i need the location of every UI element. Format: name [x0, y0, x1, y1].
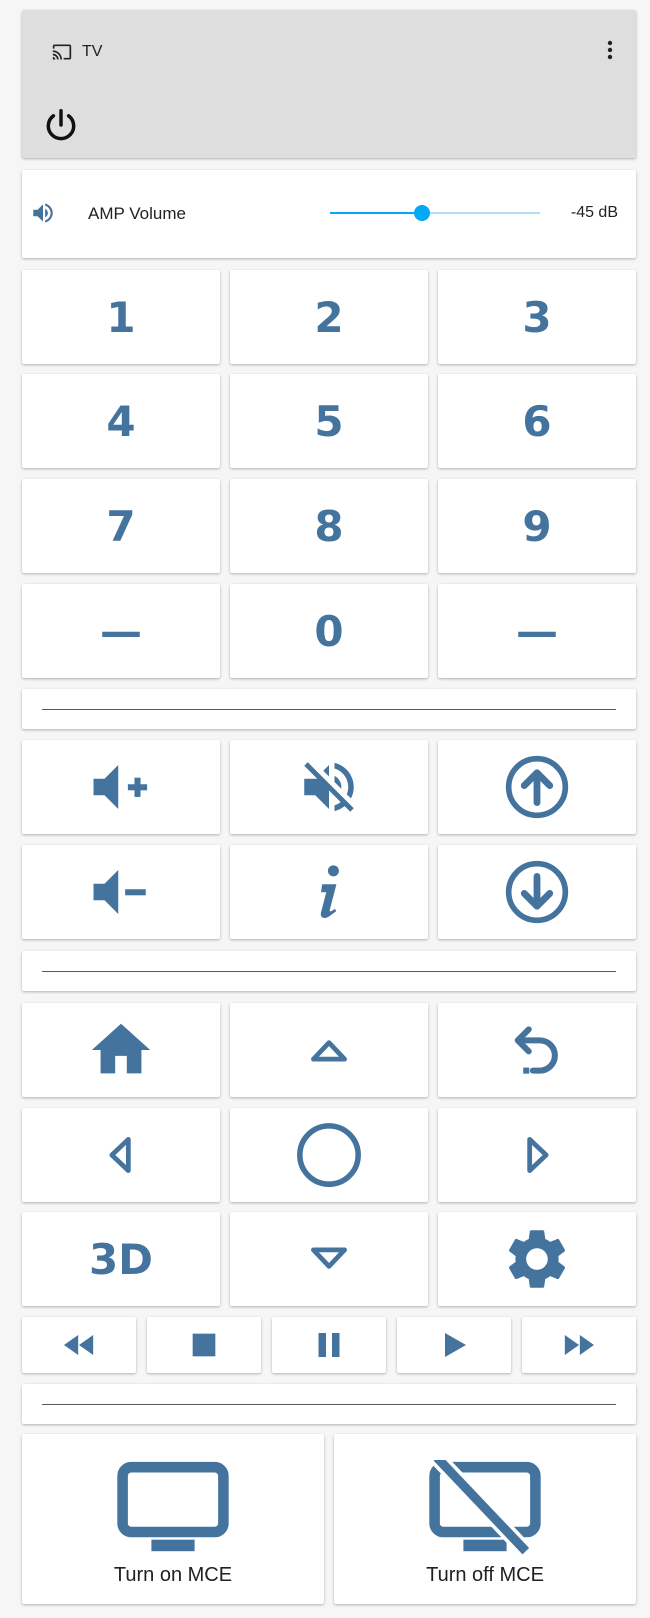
key-label: 8 — [314, 501, 344, 551]
key-label: 1 — [106, 292, 136, 342]
key-4-button[interactable]: 4 — [22, 374, 220, 468]
volume-up-button[interactable] — [22, 740, 220, 834]
key-0-button[interactable]: 0 — [230, 584, 428, 678]
home-icon — [91, 1023, 151, 1074]
play-button[interactable] — [397, 1317, 511, 1373]
3d-icon: 3D — [88, 1234, 154, 1284]
volume-value: -45 dB — [570, 204, 618, 221]
key-label: 5 — [314, 396, 344, 446]
divider-card — [22, 1384, 636, 1424]
pause-icon — [318, 1333, 340, 1357]
key-1-button[interactable]: 1 — [22, 270, 220, 364]
up-button[interactable] — [230, 1003, 428, 1097]
info-icon — [320, 865, 339, 919]
tv-off-icon — [429, 1460, 541, 1556]
back-icon — [514, 1026, 558, 1074]
media-player-card: TV — [22, 10, 636, 158]
key-label: 3 — [522, 292, 552, 342]
volume-label: AMP Volume — [88, 204, 186, 223]
divider-card — [22, 951, 636, 991]
fast-forward-button[interactable] — [522, 1317, 636, 1373]
key-label: — — [100, 606, 142, 656]
divider-line — [42, 709, 616, 710]
divider-line — [42, 1404, 616, 1405]
more-vertical-icon[interactable] — [598, 38, 622, 62]
channel-down-button[interactable] — [438, 845, 636, 939]
down-button[interactable] — [230, 1212, 428, 1306]
key-label: 6 — [522, 396, 552, 446]
mute-button[interactable] — [230, 740, 428, 834]
key-9-button[interactable]: 9 — [438, 479, 636, 573]
key-label: 7 — [106, 501, 136, 551]
divider-card — [22, 689, 636, 729]
down-icon — [311, 1247, 347, 1269]
key-dash-right-button[interactable]: — — [438, 584, 636, 678]
turn-on-mce-button[interactable]: Turn on MCE — [22, 1434, 324, 1604]
ok-icon — [297, 1123, 361, 1187]
key-label: 4 — [106, 396, 136, 446]
cast-icon — [52, 44, 72, 60]
volume-minus-icon — [93, 870, 146, 914]
key-7-button[interactable]: 7 — [22, 479, 220, 573]
up-icon — [311, 1040, 347, 1062]
channel-down-icon — [505, 860, 569, 924]
key-5-button[interactable]: 5 — [230, 374, 428, 468]
key-dash-left-button[interactable]: — — [22, 584, 220, 678]
back-button[interactable] — [438, 1003, 636, 1097]
turn-on-mce-label: Turn on MCE — [113, 1564, 233, 1586]
channel-up-icon — [505, 755, 569, 819]
home-button[interactable] — [22, 1003, 220, 1097]
volume-mute-icon — [304, 762, 354, 812]
divider-line — [42, 971, 616, 972]
stop-button[interactable] — [147, 1317, 261, 1373]
media-title-text: TV — [82, 43, 103, 60]
media-title: TV — [52, 42, 102, 62]
key-6-button[interactable]: 6 — [438, 374, 636, 468]
rewind-button[interactable] — [22, 1317, 136, 1373]
3d-button[interactable]: 3D — [22, 1212, 220, 1306]
tv-icon — [117, 1461, 229, 1552]
rewind-icon — [64, 1335, 94, 1355]
key-label: 9 — [522, 501, 552, 551]
left-icon — [109, 1137, 131, 1173]
key-label: 2 — [314, 292, 344, 342]
pause-button[interactable] — [272, 1317, 386, 1373]
right-icon — [527, 1137, 549, 1173]
play-icon — [445, 1333, 466, 1357]
key-label: — — [516, 606, 558, 656]
info-button[interactable] — [230, 845, 428, 939]
key-label: 0 — [314, 606, 344, 656]
key-8-button[interactable]: 8 — [230, 479, 428, 573]
key-2-button[interactable]: 2 — [230, 270, 428, 364]
volume-slider-fill — [330, 212, 423, 214]
volume-down-button[interactable] — [22, 845, 220, 939]
settings-button[interactable] — [438, 1212, 636, 1306]
settings-icon — [508, 1230, 566, 1288]
turn-off-mce-label: Turn off MCE — [426, 1564, 544, 1586]
speaker-icon[interactable] — [30, 200, 56, 226]
key-3-button[interactable]: 3 — [438, 270, 636, 364]
volume-plus-icon — [93, 765, 148, 809]
fast-forward-icon — [564, 1335, 594, 1355]
power-icon[interactable] — [42, 106, 80, 144]
volume-slider[interactable] — [330, 205, 540, 221]
turn-off-mce-button[interactable]: Turn off MCE — [334, 1434, 636, 1604]
left-button[interactable] — [22, 1108, 220, 1202]
channel-up-button[interactable] — [438, 740, 636, 834]
right-button[interactable] — [438, 1108, 636, 1202]
ok-button[interactable] — [230, 1108, 428, 1202]
stop-icon — [192, 1333, 216, 1357]
